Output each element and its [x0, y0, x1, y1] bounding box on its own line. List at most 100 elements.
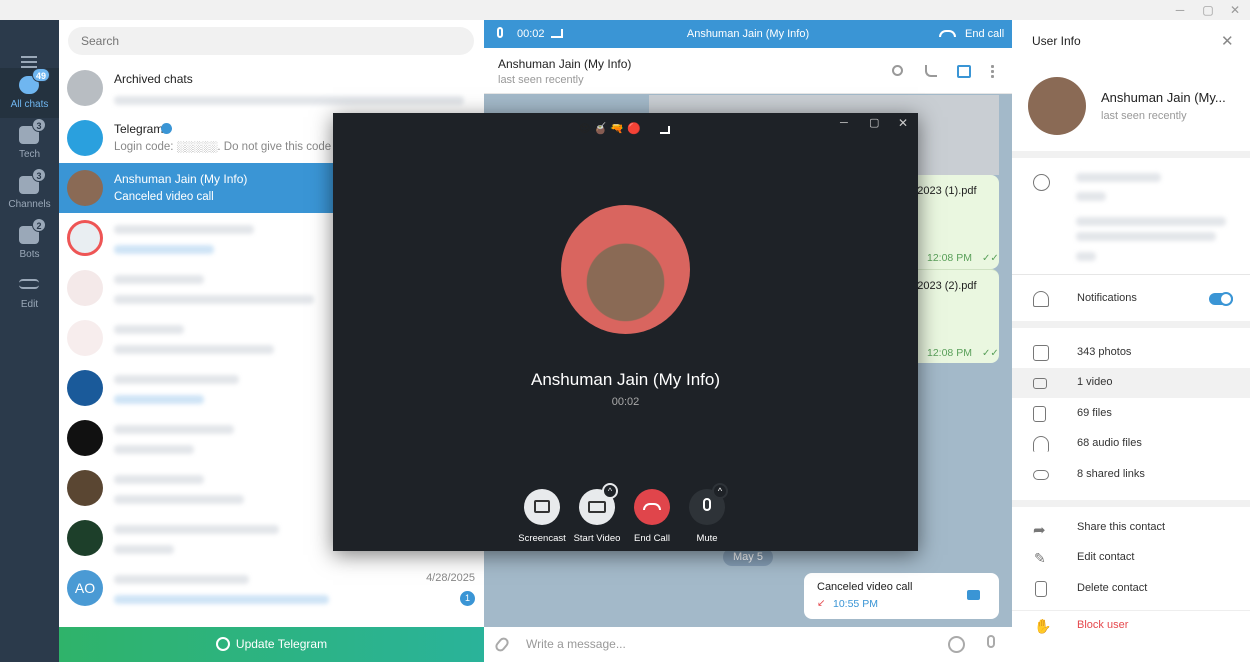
read-check-icon: ✓✓ — [982, 253, 999, 264]
chat-row-ao[interactable]: AO 4/28/2025 1 — [59, 563, 484, 613]
chat-row-archived[interactable]: Archived chats — [59, 63, 484, 113]
folder-all-chats[interactable]: 49 All chats — [0, 68, 59, 118]
chat-name: Archived chats — [114, 72, 193, 86]
window-titlebar: ─ ▢ ✕ — [0, 0, 1250, 20]
folder-badge: 3 — [32, 168, 46, 182]
search-icon[interactable] — [892, 65, 903, 76]
close-icon[interactable]: ✕ — [1221, 32, 1234, 50]
active-call-bar[interactable]: 00:02 Anshuman Jain (My Info) End call — [484, 20, 1012, 48]
chat-title[interactable]: Anshuman Jain (My Info) — [498, 57, 631, 71]
call-window[interactable]: 😍 🧉 🔫 🔴 ─ ▢ ✕ Anshuman Jain (My Info) 00… — [333, 113, 918, 551]
microphone-icon — [703, 498, 711, 511]
message-input[interactable]: Write a message... — [526, 637, 626, 651]
encryption-emoji[interactable]: 😍 🧉 🔫 🔴 — [579, 122, 641, 135]
block-user-button[interactable]: ✋ Block user — [1012, 611, 1250, 641]
end-call-link[interactable]: End call — [965, 28, 1004, 40]
sidebar-toggle-icon[interactable] — [957, 65, 971, 78]
close-window-icon[interactable]: ✕ — [1228, 3, 1242, 17]
media-links[interactable]: 8 shared links — [1012, 460, 1250, 490]
missed-call-icon: ↙ — [817, 598, 826, 609]
folder-label: Channels — [8, 199, 51, 210]
media-audio[interactable]: 68 audio files — [1012, 429, 1250, 459]
verified-icon — [161, 123, 172, 134]
blurred-bio — [1076, 217, 1226, 226]
button-label: Mute — [696, 533, 718, 544]
folder-badge: 49 — [32, 68, 51, 82]
media-label: 1 video — [1077, 376, 1113, 388]
file-icon — [1033, 406, 1046, 422]
user-name: Anshuman Jain (My... — [1101, 90, 1226, 105]
folder-sidebar: 49 All chats 3 Tech 3 Channels 2 Bots Ed… — [0, 20, 59, 662]
panel-title: User Info — [1032, 34, 1081, 48]
folder-edit[interactable]: Edit — [0, 268, 59, 318]
avatar — [67, 220, 103, 256]
folder-channels[interactable]: 3 Channels — [0, 168, 59, 218]
chevron-up-icon[interactable]: ^ — [602, 483, 618, 499]
link-icon — [1033, 470, 1049, 480]
canceled-call-message[interactable]: Canceled video call ↙ 10:55 PM — [804, 573, 999, 619]
avatar: AO — [67, 570, 103, 606]
call-message-title: Canceled video call — [817, 581, 913, 593]
action-label: Delete contact — [1077, 582, 1148, 594]
search-input[interactable] — [68, 27, 474, 55]
media-label: 68 audio files — [1077, 437, 1142, 449]
more-icon[interactable] — [991, 64, 994, 79]
share-icon: ➦ — [1033, 522, 1046, 539]
maximize-icon[interactable]: ▢ — [1201, 3, 1215, 17]
phone-icon[interactable] — [925, 65, 937, 77]
edit-contact-button[interactable]: ✎ Edit contact — [1012, 543, 1250, 573]
chat-name: Telegram — [114, 122, 164, 136]
screencast-button[interactable] — [524, 489, 560, 525]
media-label: 8 shared links — [1077, 468, 1145, 480]
avatar — [67, 420, 103, 456]
voice-message-icon[interactable] — [987, 635, 995, 648]
message-time: 12:08 PM — [927, 347, 972, 359]
action-label: Edit contact — [1077, 551, 1135, 563]
video-icon — [1033, 378, 1047, 389]
minimize-icon[interactable]: ─ — [1173, 3, 1187, 17]
folder-label: All chats — [10, 99, 49, 110]
chat-header: Anshuman Jain (My Info) last seen recent… — [484, 48, 1012, 94]
bell-icon — [1033, 291, 1049, 307]
telegram-logo-icon — [67, 120, 103, 156]
minimize-icon[interactable]: ─ — [840, 117, 848, 129]
avatar[interactable] — [1028, 77, 1086, 135]
avatar — [67, 370, 103, 406]
screencast-icon — [534, 500, 550, 513]
avatar — [67, 320, 103, 356]
chat-time: 4/28/2025 — [426, 572, 475, 584]
folder-label: Bots — [19, 249, 40, 260]
media-files[interactable]: 69 files — [1012, 399, 1250, 429]
user-info-panel: User Info ✕ Anshuman Jain (My... last se… — [1012, 20, 1250, 662]
close-icon[interactable]: ✕ — [898, 116, 908, 130]
video-camera-icon[interactable] — [967, 590, 980, 600]
media-label: 343 photos — [1077, 346, 1132, 358]
emoji-icon[interactable] — [948, 636, 965, 653]
folder-badge: 3 — [32, 118, 46, 132]
folder-tech[interactable]: 3 Tech — [0, 118, 59, 168]
maximize-icon[interactable]: ▢ — [869, 116, 879, 129]
call-duration: 00:02 — [611, 396, 640, 408]
folder-bots[interactable]: 2 Bots — [0, 218, 59, 268]
pencil-icon: ✎ — [1034, 550, 1046, 566]
sliders-icon — [19, 279, 39, 289]
update-telegram-button[interactable]: Update Telegram — [59, 627, 484, 662]
avatar — [67, 170, 103, 206]
notifications-toggle[interactable] — [1209, 292, 1233, 306]
notifications-row[interactable]: Notifications — [1012, 284, 1250, 314]
share-contact-button[interactable]: ➦ Share this contact — [1012, 513, 1250, 543]
end-call-button[interactable] — [634, 489, 670, 525]
delete-contact-button[interactable]: Delete contact — [1012, 574, 1250, 604]
media-label: 69 files — [1077, 407, 1112, 419]
media-videos[interactable]: 1 video — [1012, 368, 1250, 398]
attach-icon[interactable] — [493, 635, 511, 654]
chevron-up-icon[interactable]: ^ — [712, 483, 728, 499]
read-check-icon: ✓✓ — [982, 348, 999, 359]
hand-icon: ✋ — [1034, 618, 1052, 634]
user-status: last seen recently — [1101, 110, 1187, 122]
end-call-icon[interactable] — [939, 30, 956, 37]
end-call-icon — [643, 503, 661, 510]
media-photos[interactable]: 343 photos — [1012, 338, 1250, 368]
notifications-label: Notifications — [1077, 292, 1137, 304]
menu-icon[interactable] — [21, 56, 37, 58]
